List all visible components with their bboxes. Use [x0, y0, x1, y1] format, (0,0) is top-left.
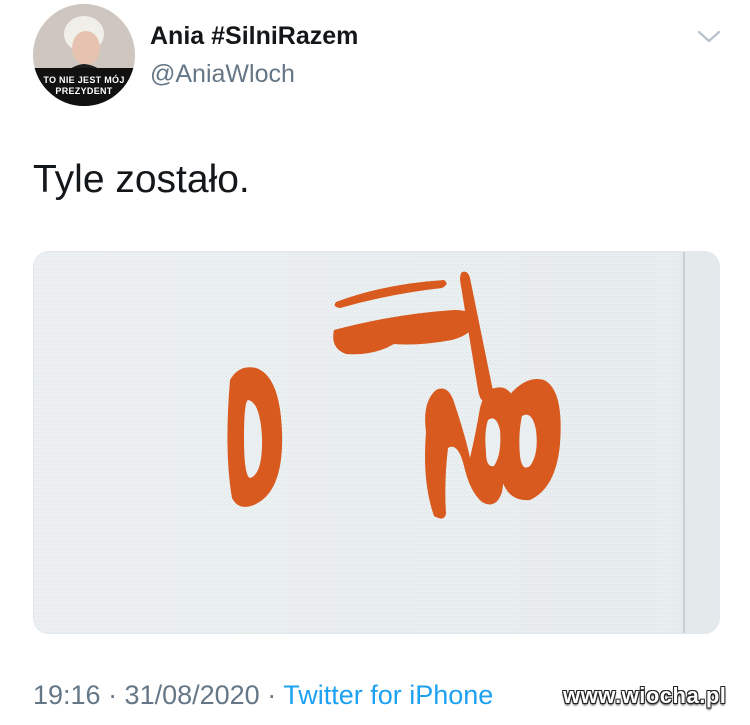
- avatar[interactable]: TO NIE JEST MÓJ PREZYDENT: [33, 4, 135, 106]
- tweet-footer: 19:16 · 31/08/2020 · Twitter for iPhone: [33, 680, 493, 711]
- tweet-timestamp[interactable]: 19:16 · 31/08/2020 ·: [33, 680, 283, 710]
- tweet-source-link[interactable]: Twitter for iPhone: [283, 680, 493, 710]
- watermark: www.wiocha.pl: [563, 683, 727, 708]
- tweet-image[interactable]: [33, 251, 720, 634]
- avatar-badge-line1: TO NIE JEST MÓJ: [43, 75, 125, 85]
- painted-letters-image: [34, 252, 719, 633]
- tweet-text: Tyle zostało.: [33, 158, 250, 201]
- chevron-down-icon: [697, 30, 721, 43]
- author-name[interactable]: Ania #SilniRazem: [150, 22, 358, 51]
- author-handle[interactable]: @AniaWloch: [150, 60, 295, 89]
- tweet-menu-button[interactable]: [696, 28, 722, 46]
- avatar-badge-line2: PREZYDENT: [55, 86, 113, 96]
